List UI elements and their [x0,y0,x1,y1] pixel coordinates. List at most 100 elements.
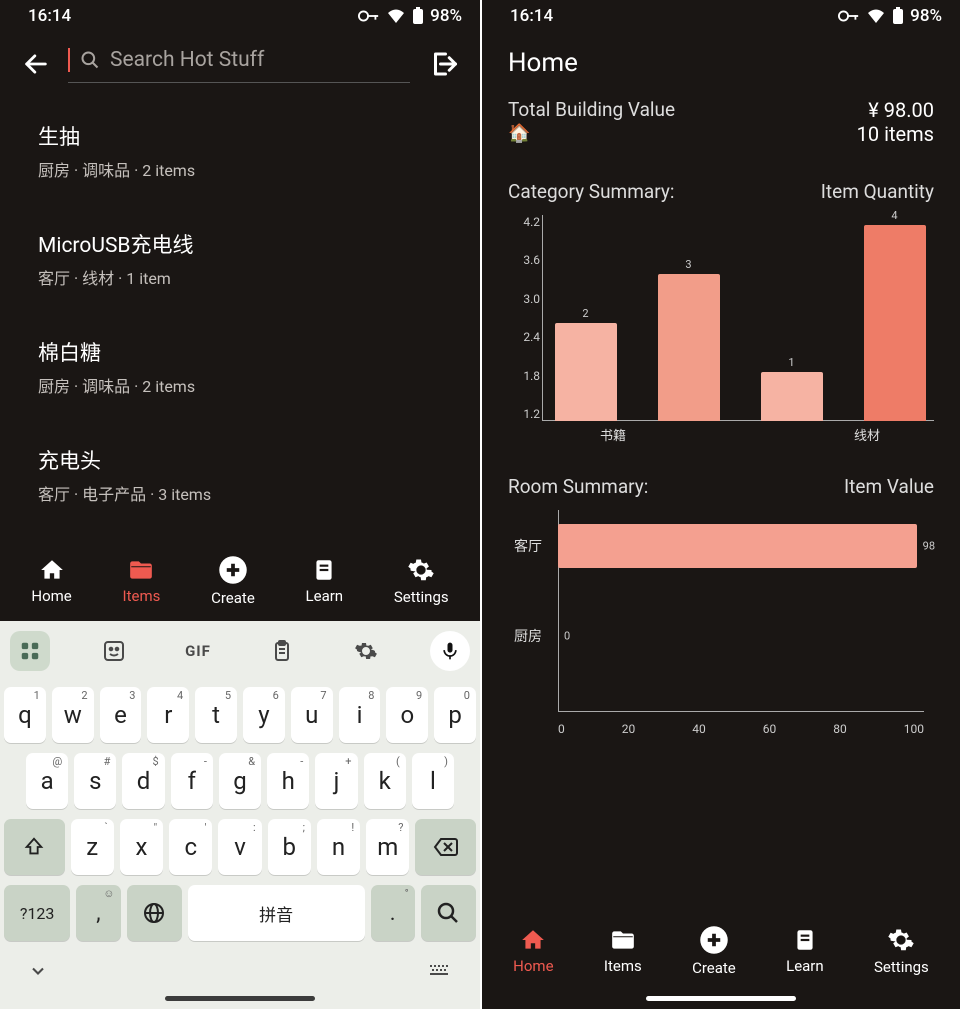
kbd-clipboard-icon[interactable] [262,631,302,671]
nav-learn[interactable]: Learn [786,927,824,975]
bottom-nav: Home Items Create Learn Settings [0,545,480,621]
key-backspace[interactable] [415,819,476,875]
list-item-title: 生抽 [38,121,450,151]
list-item[interactable]: 棉白糖 厨房 · 调味品 · 2 items [0,315,480,419]
nav-keyboard-icon[interactable] [428,962,452,984]
key-d[interactable]: d$ [122,753,164,809]
battery-icon [892,7,904,25]
key-m[interactable]: m? [366,819,409,875]
key-v[interactable]: v: [218,819,261,875]
key-k[interactable]: k( [364,753,406,809]
list-item-sub: 厨房 · 调味品 · 2 items [38,373,450,397]
key-i[interactable]: i8 [339,687,381,743]
nav-label: Home [31,587,71,605]
key-p[interactable]: p0 [434,687,476,743]
nav-label: Settings [874,958,929,976]
room-metric: Item Value [844,475,934,498]
nav-label: Items [604,957,642,975]
key-u[interactable]: u7 [291,687,333,743]
key-y[interactable]: y6 [243,687,285,743]
nav-home[interactable]: Home [513,927,553,975]
key-z[interactable]: z` [71,819,114,875]
key-s[interactable]: s# [74,753,116,809]
list-item-sub: 客厅 · 线材 · 1 item [38,265,450,289]
key-b[interactable]: b; [268,819,311,875]
battery-pct: 98% [430,6,462,26]
nav-label: Home [513,957,553,975]
list-item[interactable]: 充电头 客厅 · 电子产品 · 3 items [0,423,480,527]
list-item[interactable]: MicroUSB充电线 客厅 · 线材 · 1 item [0,207,480,311]
back-arrow-icon[interactable] [22,50,50,78]
list-item-title: 棉白糖 [38,337,450,367]
kbd-system-nav [0,947,480,991]
key-q[interactable]: q1 [4,687,46,743]
category-bar-chart: 4.23.63.02.41.81.2 2314 书籍线材 [502,215,944,445]
kbd-mic-icon[interactable] [430,631,470,671]
nav-settings[interactable]: Settings [394,556,449,606]
nav-learn[interactable]: Learn [306,557,344,605]
nav-home[interactable]: Home [31,557,71,605]
category-metric: Item Quantity [821,180,934,203]
list-item[interactable]: 生抽 厨房 · 调味品 · 2 items [0,99,480,203]
create-icon [699,925,729,955]
nav-create[interactable]: Create [211,555,255,607]
nav-label: Create [692,959,736,977]
bar: 2 [555,323,617,421]
key-g[interactable]: g& [219,753,261,809]
key-search[interactable] [421,885,476,941]
item-list[interactable]: 生抽 厨房 · 调味品 · 2 itemsMicroUSB充电线 客厅 · 线材… [0,93,480,545]
key-c[interactable]: c' [169,819,212,875]
status-icons: 98% [838,6,942,26]
nav-items[interactable]: Items [604,927,642,975]
key-r[interactable]: r4 [147,687,189,743]
gesture-bar[interactable] [165,996,315,1001]
totals-value: ¥ 98.00 [857,98,934,122]
list-item-title: 充电头 [38,445,450,475]
nav-items[interactable]: Items [123,557,161,605]
list-item-sub: 厨房 · 调味品 · 2 items [38,157,450,181]
key-period[interactable]: .° [371,885,415,941]
key-o[interactable]: o9 [386,687,428,743]
battery-pct: 98% [910,6,942,26]
key-x[interactable]: x" [120,819,163,875]
nav-create[interactable]: Create [692,925,736,977]
key-comma[interactable]: ,☺ [76,885,120,941]
nav-settings[interactable]: Settings [874,926,929,976]
totals-label: Total Building Value [508,98,675,121]
exit-icon[interactable] [428,49,458,79]
nav-label: Learn [786,957,824,975]
kbd-apps-icon[interactable] [10,631,50,671]
home-icon [38,557,66,583]
gesture-bar[interactable] [646,996,796,1001]
kbd-sticker-icon[interactable] [94,631,134,671]
battery-icon [412,7,424,25]
search-icon [80,50,100,70]
key-f[interactable]: f- [171,753,213,809]
category-title: Category Summary: [508,180,674,203]
key-t[interactable]: t5 [195,687,237,743]
key-n[interactable]: n! [317,819,360,875]
key-h[interactable]: h- [267,753,309,809]
nav-down-icon[interactable] [28,961,48,985]
kbd-gif-button[interactable]: GIF [178,631,218,671]
search-placeholder: Search Hot Stuff [110,48,264,72]
key-拼音[interactable]: 拼音 [188,885,365,941]
home-header: Home [482,30,960,84]
key-globe[interactable] [127,885,182,941]
items-icon [126,557,156,583]
phone-right: 16:14 98% Home Total Building Value 🏠 ¥ … [480,0,960,1009]
key-l[interactable]: l) [412,753,454,809]
key-w[interactable]: w2 [52,687,94,743]
key-?123[interactable]: ?123 [4,885,70,941]
text-caret [68,48,70,72]
key-shift[interactable] [4,819,65,875]
status-time: 16:14 [28,6,71,26]
key-j[interactable]: j+ [315,753,357,809]
key-a[interactable]: a@ [26,753,68,809]
search-input[interactable]: Search Hot Stuff [68,44,410,83]
kbd-settings-icon[interactable] [346,631,386,671]
status-bar: 16:14 98% [482,0,960,30]
nav-label: Settings [394,588,449,606]
soft-keyboard[interactable]: GIF q1w2e3r4t5y6u7i8o9p0 a@s#d$f-g&h-j+k… [0,621,480,1009]
key-e[interactable]: e3 [100,687,142,743]
